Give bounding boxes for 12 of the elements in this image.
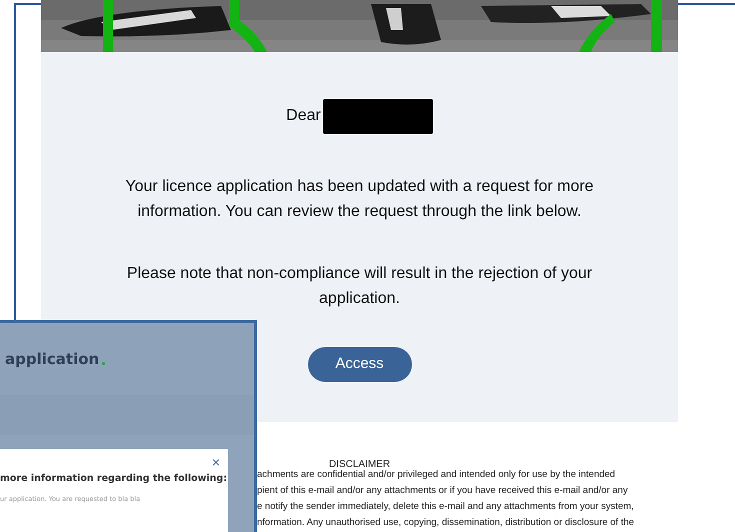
message-paragraph: Your licence application has been updated with a request for more information. You can review the request through the link below. xyxy=(124,177,595,222)
access-button[interactable]: Access xyxy=(308,347,412,382)
close-button[interactable]: × xyxy=(212,455,220,469)
disclaimer-line: e notify the sender immediately, delete this e-mail and any attachments from your system, xyxy=(257,500,634,514)
disclaimer-line: nformation. Any unauthorised use, copying, dissemination, distribution or disclosure of the xyxy=(257,516,634,530)
modal-heading: more information regarding the following: xyxy=(0,472,228,486)
disclaimer-line: achments are confidential and/or privileged and intended only for use by the intended xyxy=(257,468,616,482)
disclaimer-line: pient of this e-mail and/or any attachments or if you have received this e-mail and/or any xyxy=(257,484,629,498)
page-title: application xyxy=(5,348,100,370)
greeting: Dear xyxy=(286,106,321,126)
disclaimer-title: DISCLAIMER xyxy=(328,458,390,470)
message-paragraph: Please note that non-compliance will result in the rejection of your application. xyxy=(126,264,594,309)
